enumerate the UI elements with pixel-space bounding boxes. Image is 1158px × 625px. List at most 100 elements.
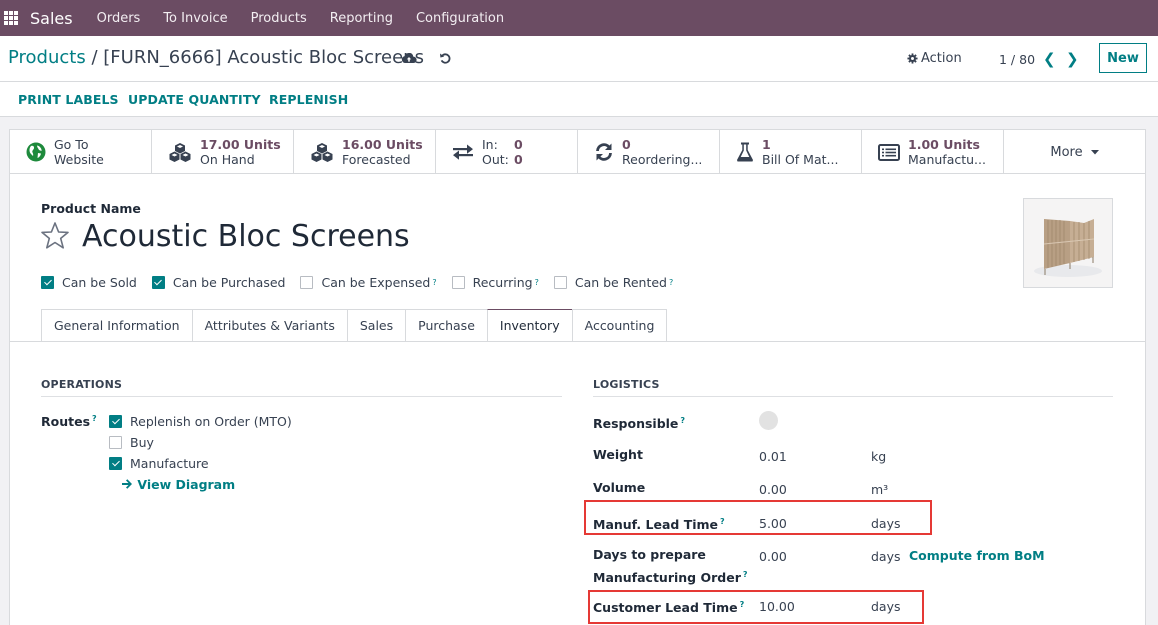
nav-orders[interactable]: Orders (97, 11, 141, 26)
help-tooltip-icon[interactable]: ? (535, 278, 539, 287)
days-to-prepare-field[interactable]: 0.00 (759, 549, 787, 564)
list-icon (878, 143, 900, 161)
route-buy-checkbox[interactable]: Buy (109, 435, 154, 450)
can-be-sold-checkbox[interactable]: Can be Sold (41, 275, 137, 290)
on-hand-value: 17.00 Units (200, 137, 281, 152)
product-image[interactable] (1023, 198, 1113, 288)
website-line2: Website (54, 152, 104, 167)
action-label: Action (921, 51, 962, 66)
reordering-label: Reordering... (622, 152, 703, 167)
discard-changes-icon[interactable] (439, 52, 452, 68)
checkbox-checked[interactable] (109, 457, 122, 470)
tab-divider (10, 341, 1145, 342)
checkbox-unchecked[interactable] (553, 276, 567, 289)
breadcrumb-products-link[interactable]: Products (8, 47, 86, 68)
recurring-checkbox[interactable]: Recurring? (451, 275, 539, 290)
cloud-upload-icon[interactable] (401, 52, 417, 67)
more-button[interactable]: More (1004, 130, 1145, 174)
more-label: More (1050, 144, 1083, 160)
help-tooltip-icon[interactable]: ? (92, 414, 97, 423)
view-diagram-link[interactable]: View Diagram (122, 477, 235, 492)
in-out-button[interactable]: In: 0 Out: 0 (436, 130, 578, 174)
help-tooltip-icon[interactable]: ? (743, 570, 748, 579)
checkbox-unchecked[interactable] (451, 276, 465, 289)
help-tooltip-icon[interactable]: ? (669, 278, 673, 287)
product-flags: Can be Sold Can be Purchased Can be Expe… (41, 275, 688, 290)
nav-configuration[interactable]: Configuration (416, 11, 504, 26)
caret-down-icon (1090, 149, 1099, 154)
can-be-expensed-checkbox[interactable]: Can be Expensed? (300, 275, 437, 290)
smart-button-box: Go To Website 17.00 Units On Hand 16.00 Un… (10, 130, 1145, 174)
tab-sales[interactable]: Sales (346, 309, 406, 342)
help-tooltip-icon[interactable]: ? (432, 278, 436, 287)
help-tooltip-icon[interactable]: ? (680, 416, 685, 425)
in-label: In: (482, 137, 498, 152)
nav-products[interactable]: Products (251, 11, 307, 26)
apps-menu-icon[interactable] (4, 11, 18, 25)
manufactured-button[interactable]: 1.00 Units Manufactu... (862, 130, 1004, 174)
go-to-website-button[interactable]: Go To Website (10, 130, 152, 174)
can-be-purchased-checkbox[interactable]: Can be Purchased (151, 275, 285, 290)
manuf-lead-time-highlight (584, 500, 932, 535)
customer-lead-time-highlight (588, 590, 924, 624)
forecasted-label: Forecasted (342, 152, 411, 167)
volume-unit: m³ (871, 482, 889, 497)
can-be-rented-label: Can be Rented (574, 275, 667, 290)
nav-to-invoice[interactable]: To Invoice (163, 11, 227, 26)
tab-accounting[interactable]: Accounting (571, 309, 668, 342)
on-hand-label: On Hand (200, 152, 255, 167)
replenish-button[interactable]: REPLENISH (269, 92, 348, 107)
form-sheet: Go To Website 17.00 Units On Hand 16.00 Un… (9, 129, 1146, 625)
tab-inventory[interactable]: Inventory (486, 309, 572, 342)
gear-icon (907, 53, 918, 64)
pager-value[interactable]: 1 / 80 (999, 52, 1035, 67)
new-button[interactable]: New (1099, 43, 1147, 73)
globe-icon (26, 142, 46, 162)
forecasted-value: 16.00 Units (342, 137, 423, 152)
app-name[interactable]: Sales (30, 9, 73, 28)
tab-purchase[interactable]: Purchase (405, 309, 487, 342)
bill-of-materials-button[interactable]: 1 Bill Of Mat... (720, 130, 862, 174)
route-manufacture-checkbox[interactable]: Manufacture (109, 456, 209, 471)
nav-reporting[interactable]: Reporting (330, 11, 393, 26)
favorite-star-icon[interactable] (40, 221, 70, 253)
checkbox-checked[interactable] (151, 276, 165, 289)
recurring-label: Recurring (472, 275, 533, 290)
checkbox-checked[interactable] (109, 415, 122, 428)
checkbox-unchecked[interactable] (300, 276, 314, 289)
pager-previous-icon[interactable]: ❮ (1043, 50, 1056, 68)
can-be-expensed-label: Can be Expensed (321, 275, 431, 290)
tab-general-information[interactable]: General Information (41, 309, 192, 342)
checkbox-unchecked[interactable] (109, 436, 122, 449)
weight-field[interactable]: 0.01 (759, 449, 787, 464)
days-to-prepare-label: Days to prepare Manufacturing Order? (593, 545, 748, 588)
out-label: Out: (482, 152, 509, 167)
responsible-label: Responsible? (593, 411, 685, 434)
can-be-rented-checkbox[interactable]: Can be Rented? (553, 275, 673, 290)
reordering-button[interactable]: 0 Reordering... (578, 130, 720, 174)
product-name-label: Product Name (41, 201, 141, 216)
checkbox-checked[interactable] (41, 276, 54, 289)
logistics-group-title: LOGISTICS (593, 378, 1113, 397)
responsible-label-text: Responsible (593, 416, 679, 432)
route-manufacture-label: Manufacture (130, 456, 209, 471)
weight-label: Weight (593, 447, 643, 462)
arrow-right-icon (122, 479, 132, 489)
on-hand-button[interactable]: 17.00 Units On Hand (152, 130, 294, 174)
routes-label: Routes? (41, 414, 97, 429)
volume-field[interactable]: 0.00 (759, 482, 787, 497)
compute-from-bom-button[interactable]: Compute from BoM (909, 548, 1045, 563)
route-mto-checkbox[interactable]: Replenish on Order (MTO) (109, 414, 292, 429)
print-labels-button[interactable]: PRINT LABELS (18, 92, 119, 107)
pager-next-icon[interactable]: ❯ (1066, 50, 1079, 68)
action-menu-button[interactable]: Action (907, 51, 962, 66)
flask-icon (737, 142, 753, 162)
volume-label: Volume (593, 480, 646, 495)
forecasted-button[interactable]: 16.00 Units Forecasted (294, 130, 436, 174)
top-navbar: Sales Orders To Invoice Products Reporti… (0, 0, 1158, 36)
responsible-avatar-field[interactable] (759, 411, 778, 430)
bom-value: 1 (762, 137, 771, 152)
tab-attributes-variants[interactable]: Attributes & Variants (191, 309, 347, 342)
product-name-field[interactable]: Acoustic Bloc Screens (82, 219, 410, 254)
update-quantity-button[interactable]: UPDATE QUANTITY (128, 92, 261, 107)
